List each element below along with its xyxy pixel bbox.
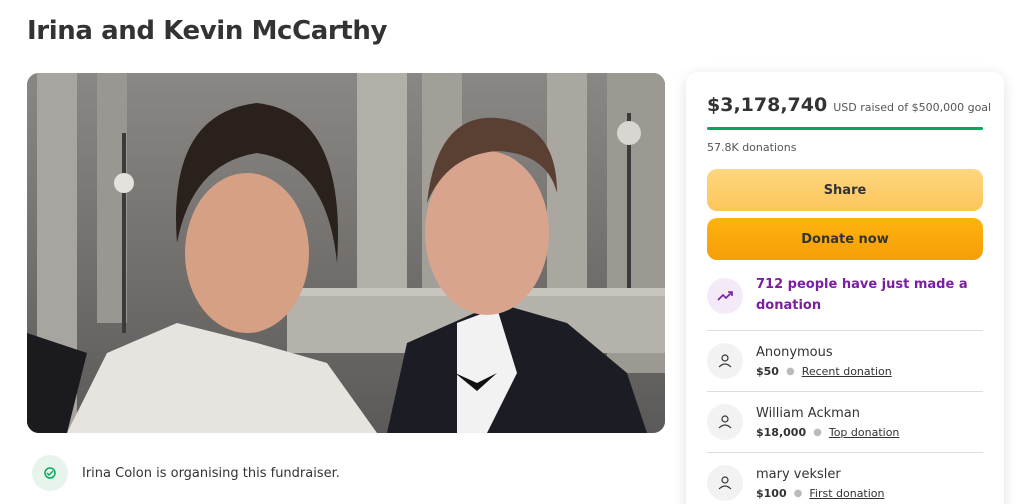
separator-dot: ●	[813, 426, 822, 438]
goal-text: USD raised of $500,000 goal	[833, 101, 992, 114]
donations-count: 57.8K donations	[707, 141, 797, 154]
donor-row: William Ackman $18,000 ● Top donation	[707, 391, 983, 452]
amount-row: $3,178,740 USD raised of $500,000 goal	[707, 94, 991, 116]
progress-fill	[707, 127, 983, 130]
donor-amount: $50	[756, 364, 779, 378]
donor-amount: $100	[756, 486, 787, 500]
donor-list: Anonymous $50 ● Recent donation William …	[707, 330, 983, 504]
donor-row: mary veksler $100 ● First donation	[707, 452, 983, 504]
donation-type-link[interactable]: Top donation	[829, 426, 900, 439]
donation-card: $3,178,740 USD raised of $500,000 goal 5…	[686, 72, 1004, 504]
organiser-text: Irina Colon is organising this fundraise…	[82, 465, 340, 481]
hand-heart-icon	[32, 455, 68, 491]
hand-heart-icon	[707, 343, 743, 379]
donor-name: Anonymous	[756, 344, 833, 360]
separator-dot: ●	[785, 365, 795, 377]
recent-activity: 712 people have just made a donation	[707, 274, 983, 328]
fundraiser-photo	[27, 73, 665, 433]
trending-up-icon	[707, 278, 743, 314]
donation-type-link[interactable]: First donation	[809, 487, 884, 500]
organiser-row: Irina Colon is organising this fundraise…	[32, 455, 340, 491]
progress-bar	[707, 127, 983, 130]
donate-button[interactable]: Donate now	[707, 218, 983, 260]
donor-name: mary veksler	[756, 466, 841, 482]
activity-text: 712 people have just made a donation	[756, 277, 968, 313]
donation-type-link[interactable]: Recent donation	[802, 365, 892, 378]
donor-row: Anonymous $50 ● Recent donation	[707, 330, 983, 391]
donor-name: William Ackman	[756, 405, 860, 421]
page-title: Irina and Kevin McCarthy	[27, 16, 387, 46]
donor-amount: $18,000	[756, 425, 807, 439]
hand-heart-icon	[707, 465, 743, 501]
share-button[interactable]: Share	[707, 169, 983, 211]
separator-dot: ●	[793, 487, 803, 499]
hand-heart-icon	[707, 404, 743, 440]
raised-amount: $3,178,740	[707, 94, 828, 116]
